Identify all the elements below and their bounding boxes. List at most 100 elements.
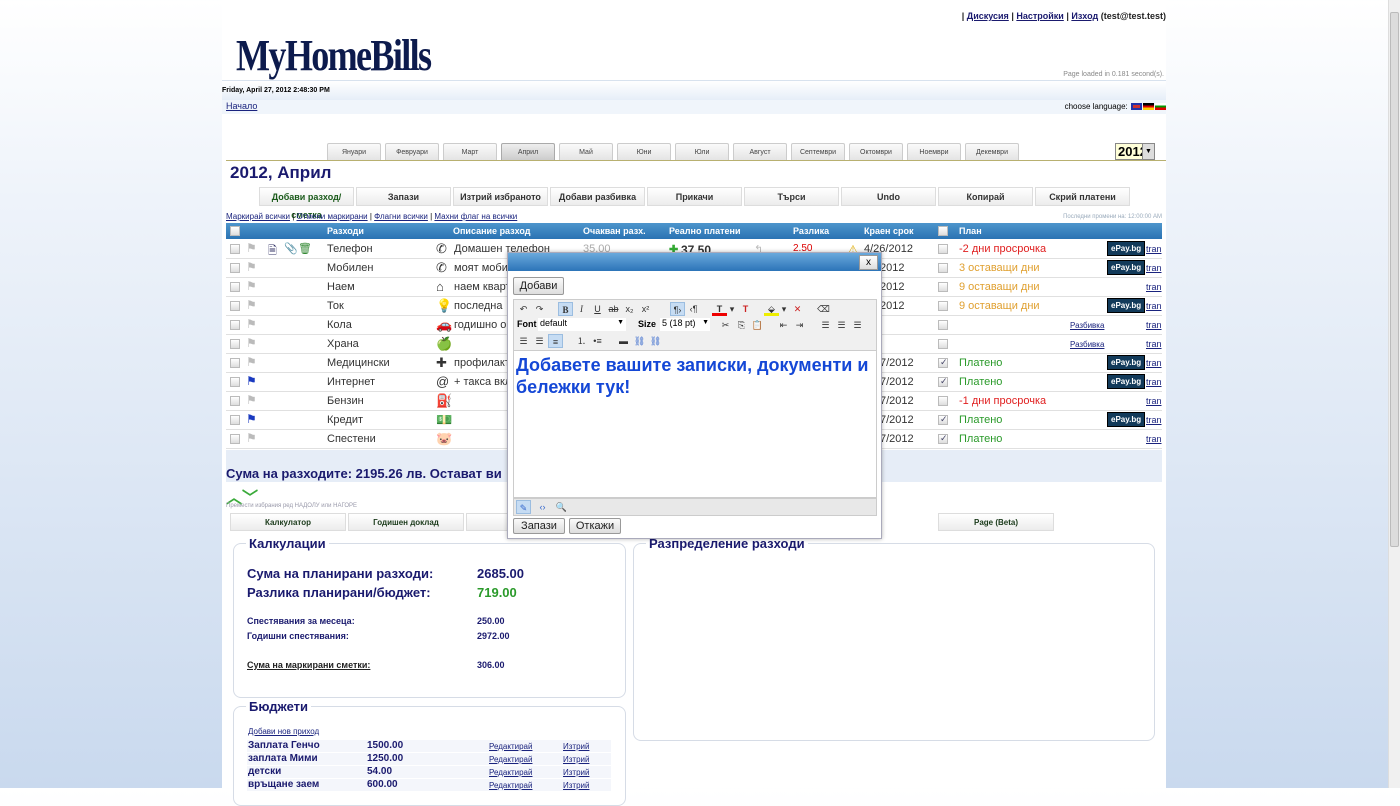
ordered-list-icon[interactable]: ⒈ xyxy=(574,334,589,348)
paid-checkbox[interactable] xyxy=(938,415,948,425)
row-checkbox[interactable] xyxy=(230,301,240,311)
paid-checkbox[interactable] xyxy=(938,282,948,292)
tab-month-12[interactable]: Декември xyxy=(965,143,1019,160)
superscript-icon[interactable]: x² xyxy=(638,302,653,316)
row-checkbox[interactable] xyxy=(230,339,240,349)
paid-checkbox[interactable] xyxy=(938,263,948,273)
tab-month-6[interactable]: Юни xyxy=(617,143,671,160)
flag-outline-icon[interactable]: ⚑ xyxy=(246,393,257,407)
underline-icon[interactable]: U xyxy=(590,302,605,316)
paste-icon[interactable]: 📋 xyxy=(750,318,765,332)
flag-outline-icon[interactable]: ⚑ xyxy=(246,355,257,369)
rtl-icon[interactable]: ‹¶ xyxy=(686,302,701,316)
row-checkbox[interactable] xyxy=(230,434,240,444)
edit-link[interactable]: Редактирай xyxy=(489,742,532,751)
link-discussion[interactable]: Дискусия xyxy=(967,11,1009,21)
dialog-titlebar[interactable]: x xyxy=(508,253,881,271)
select-all-checkbox[interactable] xyxy=(230,226,240,236)
flag-outline-icon[interactable]: ⚑ xyxy=(246,279,257,293)
delete-link[interactable]: Изтрий xyxy=(563,781,589,790)
ltr-icon[interactable]: ¶› xyxy=(670,302,685,316)
split-link[interactable]: Разбивка xyxy=(1070,340,1104,349)
tab-month-4[interactable]: Април xyxy=(501,143,555,160)
paid-checkbox[interactable] xyxy=(938,244,948,254)
tran-link[interactable]: tran xyxy=(1146,301,1162,311)
unmark-link[interactable]: Отмени маркирани xyxy=(297,212,368,221)
notes-editor[interactable]: Добавете вашите записки, документи и бел… xyxy=(513,351,877,498)
paid-checkbox[interactable] xyxy=(938,396,948,406)
tab-month-9[interactable]: Септември xyxy=(791,143,845,160)
tab-month-7[interactable]: Юли xyxy=(675,143,729,160)
link-logout[interactable]: Изход xyxy=(1071,11,1098,21)
align-right-icon[interactable]: ☰ xyxy=(516,334,531,348)
epay-button[interactable]: ePay.bg xyxy=(1107,241,1146,256)
tran-link[interactable]: tran xyxy=(1146,396,1162,406)
row-checkbox[interactable] xyxy=(230,415,240,425)
tran-link[interactable]: tran xyxy=(1146,244,1162,254)
horizontal-rule-icon[interactable]: ▬ xyxy=(616,334,631,348)
html-mode-icon[interactable]: ‹› xyxy=(535,500,550,514)
flag-outline-icon[interactable]: ⚑ xyxy=(246,431,257,445)
action-button-1[interactable]: Запази xyxy=(356,187,451,206)
edit-link[interactable]: Редактирай xyxy=(489,781,532,790)
flag-outline-icon[interactable]: ⚑ xyxy=(246,260,257,274)
font-select[interactable]: default ▼ xyxy=(538,318,626,331)
redo-icon[interactable]: ↷ xyxy=(532,302,547,316)
indent-icon[interactable]: ⇥ xyxy=(792,318,807,332)
tab-month-3[interactable]: Март xyxy=(443,143,497,160)
home-link[interactable]: Начало xyxy=(226,101,257,111)
design-mode-icon[interactable]: ✎ xyxy=(516,500,531,514)
paid-checkbox[interactable] xyxy=(938,377,948,387)
edit-link[interactable]: Редактирай xyxy=(489,755,532,764)
tran-link[interactable]: tran xyxy=(1146,339,1162,349)
text-color-icon[interactable]: T xyxy=(712,302,727,316)
link-settings[interactable]: Настройки xyxy=(1016,11,1063,21)
action-button-4[interactable]: Прикачи xyxy=(647,187,742,206)
epay-button[interactable]: ePay.bg xyxy=(1107,374,1146,389)
size-select[interactable]: 5 (18 pt) ▼ xyxy=(660,318,710,331)
action-button-6[interactable]: Undo xyxy=(841,187,936,206)
mark-all-link[interactable]: Маркирай всички xyxy=(226,212,290,221)
tab-month-11[interactable]: Ноември xyxy=(907,143,961,160)
row-checkbox[interactable] xyxy=(230,358,240,368)
flag-outline-icon[interactable]: ⚑ xyxy=(246,298,257,312)
save-button[interactable]: Запази xyxy=(513,518,565,534)
scrollbar[interactable] xyxy=(1388,0,1400,788)
flag-icon[interactable]: ⚑ xyxy=(246,374,257,388)
flag-en-icon[interactable] xyxy=(1131,103,1142,111)
unordered-list-icon[interactable]: •≡ xyxy=(590,334,605,348)
marked-sum-label[interactable]: Сума на маркирани сметки: xyxy=(247,660,370,670)
remove-color-icon[interactable]: T xyxy=(738,302,753,316)
delete-link[interactable]: Изтрий xyxy=(563,755,589,764)
row-checkbox[interactable] xyxy=(230,396,240,406)
flag-de-icon[interactable] xyxy=(1143,103,1154,111)
tran-link[interactable]: tran xyxy=(1146,415,1162,425)
action-button-7[interactable]: Копирай xyxy=(938,187,1033,206)
tool-button-0[interactable]: Калкулатор xyxy=(230,513,346,531)
flag-outline-icon[interactable]: ⚑ xyxy=(246,241,257,255)
tool-button-6[interactable]: Page (Beta) xyxy=(938,513,1054,531)
action-button-0[interactable]: Добави разход/сметка xyxy=(259,187,354,220)
remove-highlight-icon[interactable]: ✕ xyxy=(790,302,805,316)
split-link[interactable]: Разбивка xyxy=(1070,321,1104,330)
paid-checkbox[interactable] xyxy=(938,358,948,368)
tran-link[interactable]: tran xyxy=(1146,358,1162,368)
unlink-icon[interactable]: ⛓ xyxy=(648,334,663,348)
preview-icon[interactable]: 🔍 xyxy=(554,500,569,514)
wrap-icon[interactable]: ≡ xyxy=(548,334,563,348)
tran-link[interactable]: tran xyxy=(1146,377,1162,387)
italic-icon[interactable]: I xyxy=(574,302,589,316)
tab-month-5[interactable]: Май xyxy=(559,143,613,160)
tool-button-1[interactable]: Годишен доклад xyxy=(348,513,464,531)
undo-icon[interactable]: ↶ xyxy=(516,302,531,316)
tran-link[interactable]: tran xyxy=(1146,282,1162,292)
epay-button[interactable]: ePay.bg xyxy=(1107,355,1146,370)
row-checkbox[interactable] xyxy=(230,377,240,387)
row-checkbox[interactable] xyxy=(230,244,240,254)
logo[interactable]: MyHomeBills xyxy=(236,30,432,81)
paid-checkbox[interactable] xyxy=(938,434,948,444)
flag-outline-icon[interactable]: ⚑ xyxy=(246,336,257,350)
row-checkbox[interactable] xyxy=(230,263,240,273)
chevron-down-icon[interactable]: ▼ xyxy=(1142,144,1154,159)
scrollbar-thumb[interactable] xyxy=(1390,12,1399,547)
